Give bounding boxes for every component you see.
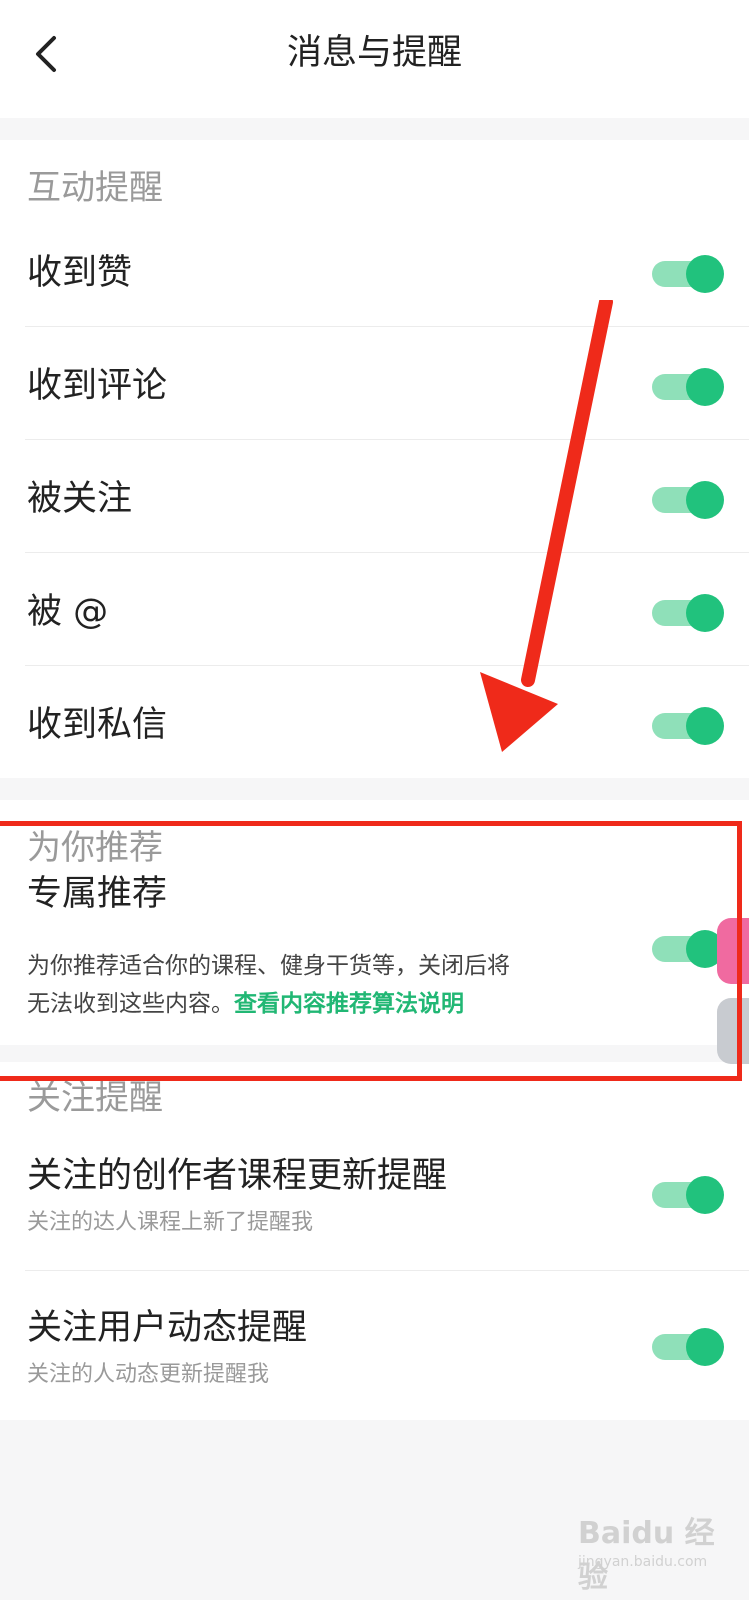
- follow-section: 关注提醒 关注的创作者课程更新提醒 关注的达人课程上新了提醒我 关注用户动态提醒…: [0, 1062, 749, 1420]
- setting-label: 被 @: [27, 592, 109, 632]
- divider: [25, 439, 749, 440]
- setting-row-creator-updates[interactable]: 关注的创作者课程更新提醒 关注的达人课程上新了提醒我: [0, 1150, 749, 1270]
- setting-label: 收到私信: [27, 705, 168, 745]
- watermark-main-text: Baidu 经验: [578, 1516, 715, 1595]
- section-title-follow: 关注提醒: [27, 1078, 163, 1118]
- setting-label: 收到评论: [27, 366, 168, 406]
- setting-label: 关注用户动态提醒: [27, 1308, 308, 1348]
- toggle-switch[interactable]: [652, 707, 724, 745]
- setting-label: 被关注: [27, 479, 133, 519]
- setting-sublabel: 关注的人动态更新提醒我: [27, 1362, 270, 1387]
- setting-sublabel: 关注的达人课程上新了提醒我: [27, 1210, 314, 1235]
- toggle-switch[interactable]: [652, 255, 724, 293]
- watermark-sub-text: jingyan.baidu.com: [578, 1554, 708, 1570]
- toggle-switch[interactable]: [652, 1176, 724, 1214]
- setting-label: 收到赞: [27, 253, 133, 293]
- setting-row-user-activity[interactable]: 关注用户动态提醒 关注的人动态更新提醒我: [0, 1302, 749, 1412]
- divider: [25, 1270, 749, 1271]
- watermark-logo: Baidu 经验 jingyan.baidu.com: [578, 1508, 738, 1595]
- top-bar: 消息与提醒: [0, 0, 749, 118]
- page-title: 消息与提醒: [286, 33, 462, 73]
- setting-label: 关注的创作者课程更新提醒: [27, 1156, 448, 1196]
- divider: [25, 552, 749, 553]
- divider: [25, 326, 749, 327]
- toggle-switch[interactable]: [652, 594, 724, 632]
- toggle-switch[interactable]: [652, 1328, 724, 1366]
- divider: [25, 665, 749, 666]
- section-title-interaction: 互动提醒: [27, 168, 163, 208]
- annotation-highlight-box: [0, 821, 742, 1081]
- annotation-arrow-icon: [480, 300, 613, 752]
- toggle-switch[interactable]: [652, 481, 724, 519]
- toggle-switch[interactable]: [652, 368, 724, 406]
